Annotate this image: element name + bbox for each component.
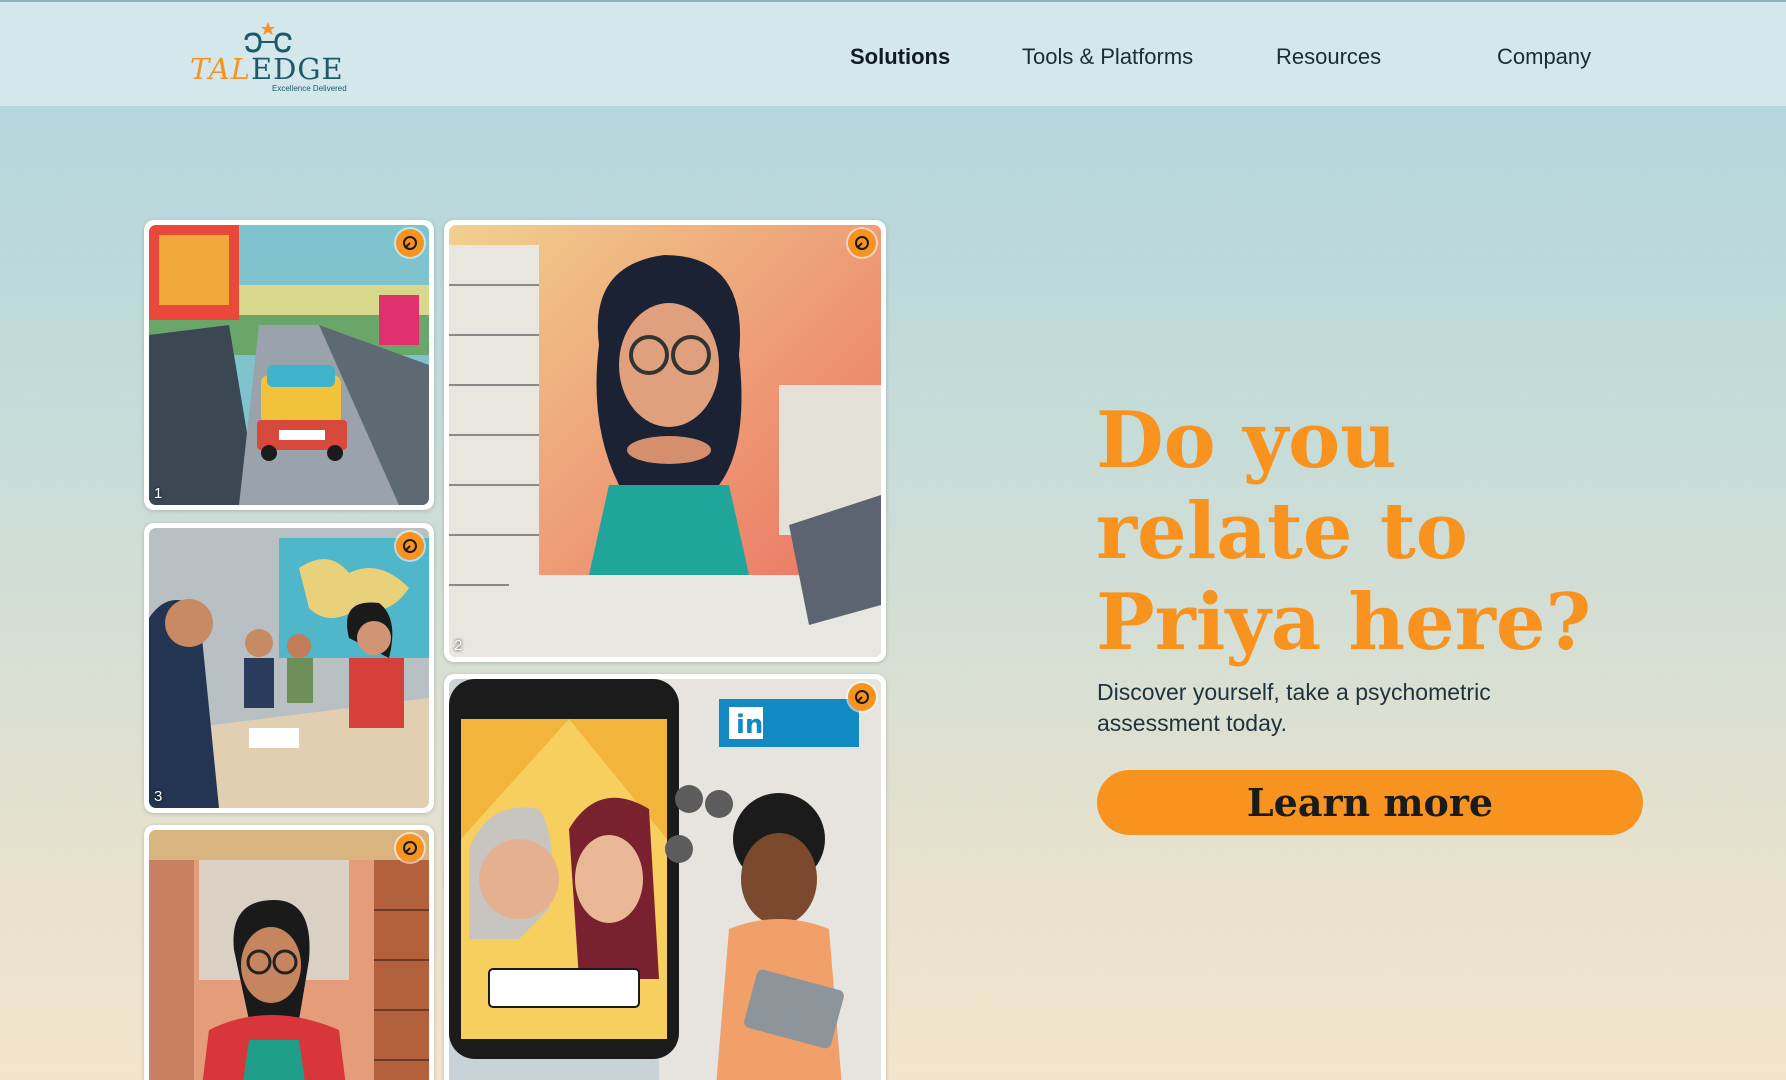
gallery-tile-3[interactable]: 3 bbox=[144, 523, 434, 813]
top-navigation-bar: TALEDGE Excellence Delivered Solutions T… bbox=[0, 0, 1786, 106]
hero-headline: Do you relate to Priya here? bbox=[1096, 395, 1592, 668]
logo-tagline: Excellence Delivered bbox=[272, 84, 347, 93]
hand-icon[interactable] bbox=[396, 229, 424, 257]
nav-solutions[interactable]: Solutions bbox=[850, 44, 950, 70]
woman-with-paperwork-illustration bbox=[449, 225, 881, 657]
hand-icon[interactable] bbox=[848, 229, 876, 257]
gallery-tile-5[interactable] bbox=[144, 825, 434, 1080]
hand-icon[interactable] bbox=[848, 683, 876, 711]
logo-wordmark: TALEDGE bbox=[190, 52, 344, 86]
tile-number: 3 bbox=[154, 788, 163, 805]
hand-icon[interactable] bbox=[396, 532, 424, 560]
street-traffic-illustration bbox=[149, 225, 429, 505]
hand-icon[interactable] bbox=[396, 834, 424, 862]
meeting-room-illustration bbox=[149, 528, 429, 808]
woman-in-library-illustration bbox=[149, 830, 429, 1080]
nav-company[interactable]: Company bbox=[1497, 44, 1591, 70]
taledge-logo[interactable]: TALEDGE Excellence Delivered bbox=[190, 18, 360, 96]
gallery-tile-2[interactable]: 2 bbox=[444, 220, 886, 662]
tile-number: 1 bbox=[154, 485, 163, 502]
learn-more-button[interactable]: Learn more bbox=[1097, 770, 1643, 835]
tile-number: 2 bbox=[454, 637, 463, 654]
nav-resources[interactable]: Resources bbox=[1276, 44, 1381, 70]
linkedin-phone-illustration: in bbox=[449, 679, 881, 1080]
nav-tools-platforms[interactable]: Tools & Platforms bbox=[1022, 44, 1193, 70]
svg-text:in: in bbox=[736, 710, 763, 740]
hero-subtext: Discover yourself, take a psychometric a… bbox=[1097, 679, 1491, 736]
gallery-tile-4[interactable]: in bbox=[444, 674, 886, 1080]
gallery-tile-1[interactable]: 1 bbox=[144, 220, 434, 510]
